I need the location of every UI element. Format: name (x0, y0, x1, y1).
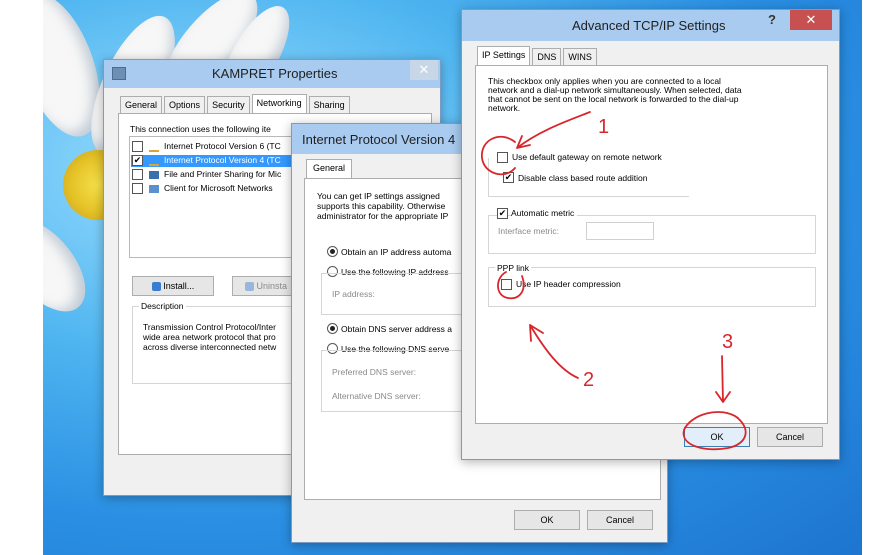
advanced-titlebar[interactable]: Advanced TCP/IP Settings ? ✕ (462, 10, 839, 41)
network-icon (112, 67, 126, 80)
tab-options[interactable]: Options (164, 96, 206, 113)
tab-general[interactable]: General (306, 159, 353, 178)
obtain-ip-label: Obtain an IP address automa (341, 247, 452, 257)
tab-security[interactable]: Security (207, 96, 250, 113)
kampret-close-button[interactable]: ✕ (410, 60, 438, 80)
advanced-tcpip-window: Advanced TCP/IP Settings ? ✕ IP Settings… (461, 9, 840, 460)
tab-dns[interactable]: DNS (532, 48, 562, 65)
help-button[interactable]: ? (760, 10, 784, 30)
client-icon (148, 184, 159, 193)
automatic-metric-checkbox[interactable]: ✔ (497, 208, 508, 219)
interface-metric-label: Interface metric: (498, 226, 559, 236)
use-ip-header-checkbox[interactable] (501, 279, 512, 290)
ipv4-cancel-button[interactable]: Cancel (587, 510, 653, 530)
ipv4-intro-line: administrator for the appropriate IP (317, 211, 449, 221)
install-button[interactable]: Install... (132, 276, 214, 296)
uninstall-label: Uninsta (256, 281, 288, 291)
advanced-tabs: IP Settings DNS WINS (477, 46, 599, 65)
ipv4-tabs: General (306, 159, 354, 178)
use-default-gateway-label: Use default gateway on remote network (512, 152, 662, 162)
list-item-client[interactable]: Client for Microsoft Networks (132, 183, 273, 195)
ppp-link-label: PPP link (495, 263, 531, 273)
list-item-label: Client for Microsoft Networks (164, 183, 273, 193)
automatic-metric-label: Automatic metric (511, 208, 578, 218)
tab-wins[interactable]: WINS (563, 48, 597, 65)
tab-sharing[interactable]: Sharing (308, 96, 350, 113)
list-item-ipv6[interactable]: Internet Protocol Version 6 (TC (132, 141, 281, 153)
info-line: network. (488, 103, 521, 113)
alternative-dns-label: Alternative DNS server: (332, 391, 421, 401)
uninstall-button[interactable]: Uninsta (232, 276, 300, 296)
preferred-dns-label: Preferred DNS server: (332, 367, 417, 377)
advanced-close-button[interactable]: ✕ (790, 10, 832, 30)
kampret-tabs: General Options Security Networking Shar… (120, 94, 352, 113)
tab-ip-settings[interactable]: IP Settings (477, 46, 531, 65)
connection-uses-label: This connection uses the following ite (130, 124, 271, 134)
ipv4-intro-line: You can get IP settings assigned (317, 191, 440, 201)
list-item-file-sharing[interactable]: File and Printer Sharing for Mic (132, 169, 281, 181)
ipv4-ok-button[interactable]: OK (514, 510, 580, 530)
shield-icon (244, 282, 254, 292)
use-ip-header-label: Use IP header compression (516, 279, 621, 289)
printer-icon (148, 170, 159, 179)
ipv4-title: Internet Protocol Version 4 (302, 132, 456, 147)
ip-address-label: IP address: (332, 289, 375, 299)
disable-class-route-checkbox[interactable]: ✔ (503, 172, 514, 183)
list-item-label: Internet Protocol Version 4 (TC (164, 155, 281, 165)
client-checkbox[interactable] (132, 183, 143, 195)
list-item-label: File and Printer Sharing for Mic (164, 169, 282, 179)
use-default-gateway-checkbox[interactable] (497, 152, 508, 163)
disable-class-route-label: Disable class based route addition (518, 173, 648, 183)
flower-petal (43, 203, 102, 327)
protocol-icon (148, 142, 159, 152)
ipv4-checkbox[interactable]: ✔ (132, 155, 143, 167)
install-label: Install... (163, 281, 195, 291)
interface-metric-input[interactable] (586, 222, 654, 240)
description-group: Description Transmission Control Protoco… (132, 301, 301, 384)
kampret-titlebar[interactable]: KAMPRET Properties ✕ (104, 60, 440, 88)
list-item-label: Internet Protocol Version 6 (TC (164, 141, 281, 151)
ip-settings-panel: This checkbox only applies when you are … (475, 65, 828, 424)
obtain-dns-radio[interactable] (327, 323, 338, 334)
obtain-dns-label: Obtain DNS server address a (341, 324, 453, 334)
ipv6-checkbox[interactable] (132, 141, 143, 153)
obtain-ip-radio[interactable] (327, 246, 338, 257)
kampret-title: KAMPRET Properties (212, 66, 338, 81)
protocol-icon (148, 156, 159, 166)
components-list[interactable]: Internet Protocol Version 6 (TC ✔ Intern… (129, 136, 301, 258)
list-item-ipv4[interactable]: ✔ Internet Protocol Version 4 (TC (131, 155, 298, 167)
ipv4-intro-line: supports this capability. Otherwise (317, 201, 446, 211)
description-line: Transmission Control Protocol/Inter (143, 322, 276, 332)
advanced-cancel-button[interactable]: Cancel (757, 427, 823, 447)
shield-icon (151, 282, 161, 292)
description-line: across diverse interconnected netw (143, 342, 277, 352)
file-sharing-checkbox[interactable] (132, 169, 143, 181)
description-label: Description (139, 301, 186, 311)
description-line: wide area network protocol that pro (143, 332, 276, 342)
advanced-ok-button[interactable]: OK (684, 427, 750, 447)
tab-networking[interactable]: Networking (251, 94, 307, 113)
info-line: that cannot be sent on the local network… (488, 94, 739, 104)
tab-general[interactable]: General (120, 96, 163, 113)
advanced-title: Advanced TCP/IP Settings (572, 18, 726, 33)
